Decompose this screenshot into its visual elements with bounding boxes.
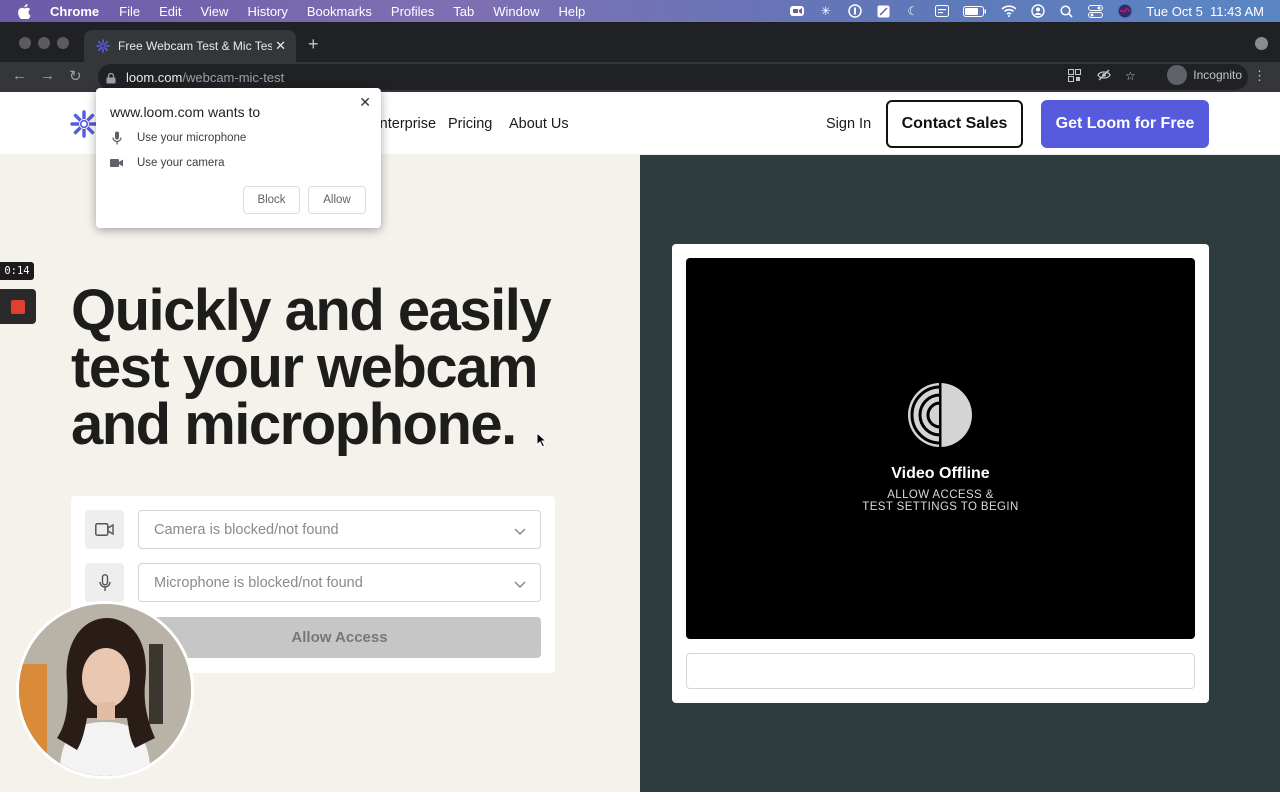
allow-access-button[interactable]: Allow Access	[138, 617, 541, 658]
videocam-icon	[110, 156, 124, 170]
microphone-select[interactable]: Microphone is blocked/not found	[138, 563, 541, 602]
menu-window[interactable]: Window	[493, 4, 539, 19]
hero-headline: Quickly and easily test your webcam and …	[71, 278, 571, 457]
microphone-icon	[85, 563, 124, 602]
video-preview: Video Offline ALLOW ACCESS & TEST SETTIN…	[686, 258, 1195, 639]
recording-timer: 0:14	[0, 262, 34, 280]
camera-icon	[85, 510, 124, 549]
webcam-presenter-image	[19, 604, 191, 776]
hero-line-1: Quickly and easily	[71, 278, 552, 343]
profile-label: Incognito	[1193, 68, 1242, 82]
menu-profiles[interactable]: Profiles	[391, 4, 434, 19]
menu-file[interactable]: File	[119, 4, 140, 19]
eye-off-icon[interactable]	[1097, 69, 1111, 82]
popup-close-icon[interactable]: ✕	[359, 94, 371, 111]
video-offline-subtitle: ALLOW ACCESS & TEST SETTINGS TO BEGIN	[686, 489, 1195, 513]
permission-microphone-row: Use your microphone	[110, 131, 246, 145]
tab-search-button[interactable]	[1255, 37, 1268, 50]
contact-sales-button[interactable]: Contact Sales	[886, 100, 1023, 148]
menu-bookmarks[interactable]: Bookmarks	[307, 4, 372, 19]
menu-history[interactable]: History	[247, 4, 287, 19]
menu-help[interactable]: Help	[559, 4, 586, 19]
battery-icon[interactable]	[963, 4, 987, 18]
sign-in-link[interactable]: Sign In	[826, 116, 871, 132]
hero-line-3: and microphone.	[71, 392, 517, 457]
tab-loom-webcam-test[interactable]: Free Webcam Test & Mic Test | Loom ✕	[84, 30, 296, 62]
url-text: loom.com/webcam-mic-test	[126, 70, 284, 85]
loom-logo-icon[interactable]	[70, 110, 98, 138]
wifi-icon[interactable]	[1001, 4, 1017, 18]
apple-icon[interactable]	[18, 3, 32, 19]
camera-select-value: Camera is blocked/not found	[154, 521, 339, 538]
video-offline-title: Video Offline	[891, 465, 990, 482]
moon-icon[interactable]: ☾	[905, 4, 920, 18]
video-preview-panel: Video Offline ALLOW ACCESS & TEST SETTIN…	[640, 155, 1280, 792]
nav-pricing[interactable]: Pricing	[448, 116, 492, 132]
microphone-icon	[110, 131, 124, 145]
video-offline-subtitle-1: ALLOW ACCESS &	[887, 489, 994, 501]
camera-select[interactable]: Camera is blocked/not found	[138, 510, 541, 549]
loom-favicon-icon	[96, 39, 110, 53]
siri-icon[interactable]	[1117, 4, 1132, 18]
video-preview-card: Video Offline ALLOW ACCESS & TEST SETTIN…	[672, 244, 1209, 703]
lock-icon[interactable]	[106, 71, 116, 84]
reload-icon[interactable]: ↻	[69, 67, 82, 85]
zoom-tray-icon[interactable]	[789, 4, 804, 18]
qr-code-icon[interactable]	[1068, 69, 1081, 82]
nav-about-us[interactable]: About Us	[509, 116, 569, 132]
back-arrow-icon[interactable]: ←	[12, 67, 27, 84]
incognito-icon	[1167, 65, 1188, 85]
allow-button[interactable]: Allow	[308, 186, 366, 214]
audio-level-bar	[686, 653, 1195, 689]
loom-tray-icon[interactable]: ✳	[818, 4, 833, 18]
video-offline-icon	[908, 383, 972, 447]
stop-icon	[11, 299, 25, 314]
tab-close-icon[interactable]: ✕	[275, 38, 286, 54]
chevron-down-icon	[514, 577, 526, 589]
url-path: /webcam-mic-test	[182, 70, 285, 85]
forward-arrow-icon[interactable]: →	[40, 67, 55, 84]
spotlight-search-icon[interactable]	[1059, 4, 1074, 18]
permission-popup-title: www.loom.com wants to	[110, 104, 261, 120]
bookmark-star-icon[interactable]: ☆	[1125, 69, 1138, 83]
window-zoom-button[interactable]	[57, 37, 69, 49]
menubar-datetime[interactable]: Tue Oct 5 11:43 AM	[1146, 4, 1264, 19]
menu-app-name[interactable]: Chrome	[50, 4, 99, 19]
permission-camera-row: Use your camera	[110, 156, 225, 170]
get-loom-free-button[interactable]: Get Loom for Free	[1041, 100, 1209, 148]
video-offline-subtitle-2: TEST SETTINGS TO BEGIN	[862, 501, 1019, 513]
menu-tab[interactable]: Tab	[453, 4, 474, 19]
window-minimize-button[interactable]	[38, 37, 50, 49]
block-button[interactable]: Block	[243, 186, 300, 214]
calendar-tray-icon[interactable]	[934, 4, 949, 18]
window-close-button[interactable]	[19, 37, 31, 49]
macos-menu-bar: Chrome File Edit View History Bookmarks …	[0, 0, 1280, 22]
chevron-down-icon	[514, 524, 526, 536]
chrome-menu-icon[interactable]: ⋮	[1253, 68, 1266, 84]
mouse-cursor-icon	[536, 431, 548, 453]
stop-recording-button[interactable]	[0, 289, 36, 324]
tab-title: Free Webcam Test & Mic Test | Loom	[118, 39, 272, 53]
control-center-icon[interactable]	[1088, 4, 1104, 18]
menu-view[interactable]: View	[200, 4, 228, 19]
page-bottom-strip	[0, 792, 1280, 800]
password-manager-icon[interactable]	[847, 4, 862, 18]
permission-microphone-label: Use your microphone	[137, 132, 247, 144]
permission-camera-label: Use your camera	[137, 157, 225, 169]
user-account-icon[interactable]	[1030, 4, 1045, 18]
notes-tray-icon[interactable]	[876, 4, 891, 18]
browser-tab-strip: Free Webcam Test & Mic Test | Loom ✕ +	[0, 22, 1280, 62]
hero-line-2: test your webcam	[71, 335, 538, 400]
url-domain: loom.com	[126, 70, 183, 85]
menu-edit[interactable]: Edit	[159, 4, 181, 19]
incognito-profile-button[interactable]: Incognito	[1167, 65, 1242, 85]
new-tab-icon[interactable]: +	[308, 34, 319, 55]
permission-popup: www.loom.com wants to ✕ Use your microph…	[96, 88, 381, 228]
microphone-select-value: Microphone is blocked/not found	[154, 574, 363, 591]
webcam-bubble[interactable]	[16, 601, 194, 779]
